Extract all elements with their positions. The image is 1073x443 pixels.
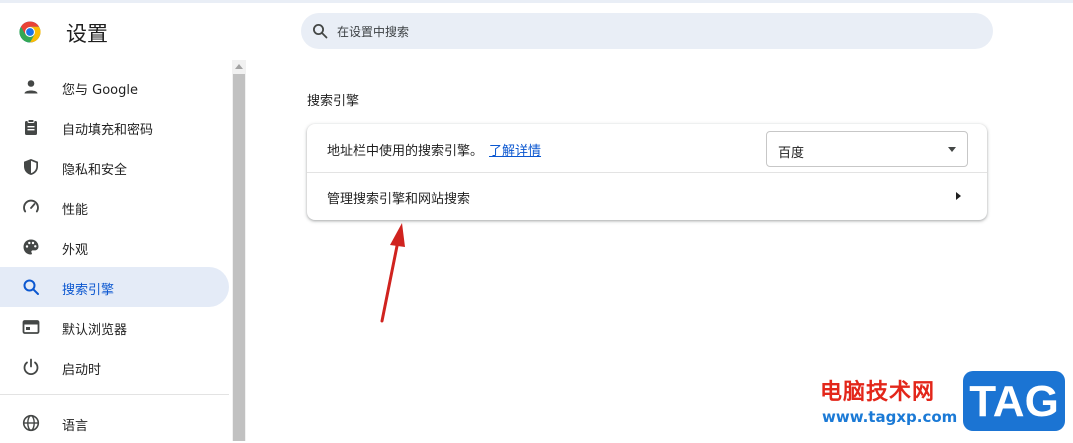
chevron-right-icon (956, 192, 961, 200)
page-title: 设置 (66, 22, 108, 46)
manage-search-engines-row[interactable]: 管理搜索引擎和网站搜索 (307, 172, 987, 220)
search-input[interactable] (335, 13, 979, 51)
sidebar-item-label: 性能 (62, 203, 89, 218)
watermark-tag-text: TAG (969, 377, 1059, 426)
sidebar-item-label: 默认浏览器 (62, 323, 128, 338)
watermark-url: www.tagxp.com (822, 408, 958, 426)
sidebar-item-label: 启动时 (62, 363, 102, 378)
selected-engine-value: 百度 (778, 146, 805, 161)
browser-window-icon (22, 320, 40, 334)
manage-search-engines-label: 管理搜索引擎和网站搜索 (327, 192, 471, 207)
shield-icon (24, 159, 38, 175)
section-title: 搜索引擎 (307, 94, 360, 109)
address-bar-engine-label: 地址栏中使用的搜索引擎。 (327, 144, 484, 159)
sidebar-item-search-engine[interactable]: 搜索引擎 (0, 267, 229, 307)
address-bar-engine-row: 地址栏中使用的搜索引擎。 了解详情 百度 (307, 124, 987, 172)
clipboard-icon (25, 119, 37, 135)
dropdown-caret-icon (948, 147, 956, 152)
sidebar-item-default-browser[interactable]: 默认浏览器 (0, 307, 229, 347)
chrome-logo-icon (19, 21, 41, 43)
sidebar-item-languages[interactable]: 语言 (0, 403, 229, 443)
search-engine-dropdown[interactable]: 百度 (766, 131, 968, 167)
speedometer-icon (23, 199, 39, 213)
sidebar-scrollbar[interactable] (232, 60, 246, 441)
sidebar-divider (0, 394, 229, 395)
sidebar-item-privacy[interactable]: 隐私和安全 (0, 147, 229, 187)
annotation-arrow-icon (380, 223, 405, 323)
settings-search-bar[interactable] (301, 13, 993, 51)
search-engine-card: 地址栏中使用的搜索引擎。 了解详情 百度 管理搜索引擎和网站搜索 (307, 124, 987, 220)
sidebar-item-label: 语言 (62, 419, 89, 434)
sidebar-nav: 您与 Google 自动填充和密码 隐私和安全 性能 外观 搜索引擎 默认浏览器… (0, 66, 232, 441)
sidebar-item-label: 您与 Google (62, 83, 138, 98)
sidebar-item-label: 自动填充和密码 (62, 123, 154, 138)
scroll-up-arrow-icon[interactable] (235, 64, 243, 69)
search-icon (313, 24, 328, 39)
sidebar-item-you-and-google[interactable]: 您与 Google (0, 67, 229, 107)
sidebar-item-appearance[interactable]: 外观 (0, 227, 229, 267)
sidebar-item-label: 外观 (62, 243, 89, 258)
search-icon (23, 279, 39, 295)
scrollbar-thumb[interactable] (233, 74, 245, 441)
watermark-site-name: 电脑技术网 (820, 380, 936, 405)
sidebar-item-autofill[interactable]: 自动填充和密码 (0, 107, 229, 147)
learn-more-link[interactable]: 了解详情 (489, 144, 541, 159)
sidebar-item-label: 搜索引擎 (62, 283, 115, 298)
globe-icon (22, 414, 40, 432)
sidebar-item-label: 隐私和安全 (62, 163, 128, 178)
watermark-tag-logo: TAG (963, 371, 1065, 431)
sidebar-item-performance[interactable]: 性能 (0, 187, 229, 227)
top-border (0, 0, 1073, 3)
person-icon (24, 80, 38, 94)
palette-icon (23, 239, 39, 255)
power-icon (23, 358, 39, 376)
sidebar-item-on-startup[interactable]: 启动时 (0, 347, 229, 387)
